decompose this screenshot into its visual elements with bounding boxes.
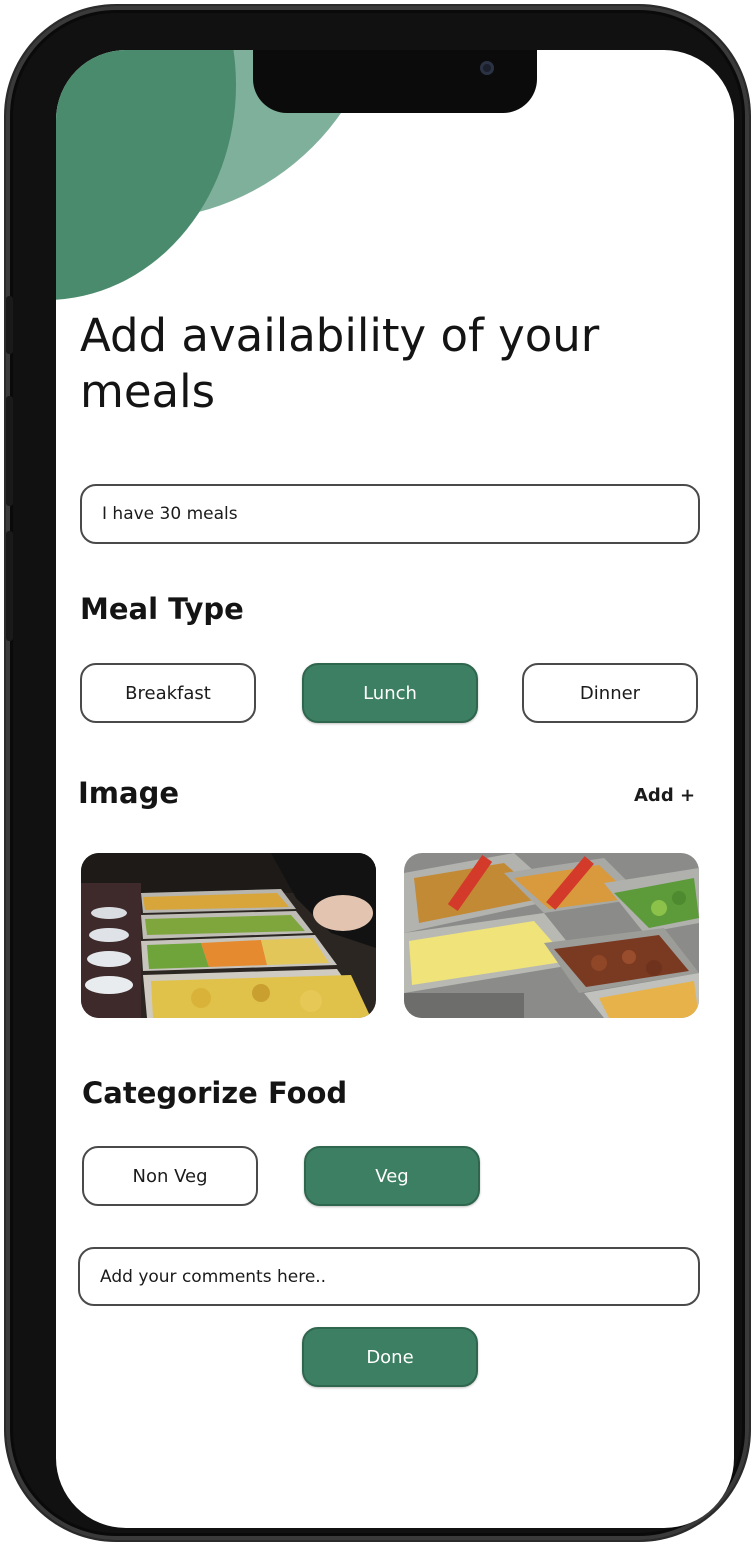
notch (253, 50, 537, 113)
buffet-trays-image (81, 853, 376, 1018)
phone-frame: Add availability of your meals I have 30… (6, 6, 749, 1540)
volume-up-button (6, 396, 13, 506)
categorize-food-heading: Categorize Food (82, 1076, 348, 1110)
meals-count-value: I have 30 meals (102, 504, 238, 524)
comments-placeholder: Add your comments here.. (100, 1266, 327, 1287)
serving-trays-image (404, 853, 699, 1018)
page-title: Add availability of your meals (80, 309, 600, 418)
mute-switch (6, 296, 13, 354)
add-image-button[interactable]: Add + (634, 785, 695, 806)
meals-count-input[interactable]: I have 30 meals (80, 484, 700, 544)
volume-down-button (6, 531, 13, 641)
meal-type-heading: Meal Type (80, 592, 244, 626)
lunch-button[interactable]: Lunch (302, 663, 478, 723)
decorative-circle-dark (56, 50, 236, 300)
comments-input[interactable]: Add your comments here.. (78, 1247, 700, 1306)
buffet-trays-photo[interactable] (81, 853, 376, 1018)
non-veg-button[interactable]: Non Veg (82, 1146, 258, 1206)
app-screen: Add availability of your meals I have 30… (56, 50, 734, 1528)
image-heading: Image (78, 776, 180, 810)
dinner-button[interactable]: Dinner (522, 663, 698, 723)
front-camera-icon (480, 61, 494, 75)
breakfast-button[interactable]: Breakfast (80, 663, 256, 723)
done-button[interactable]: Done (302, 1327, 478, 1387)
serving-tongs-trays-photo[interactable] (404, 853, 699, 1018)
veg-button[interactable]: Veg (304, 1146, 480, 1206)
